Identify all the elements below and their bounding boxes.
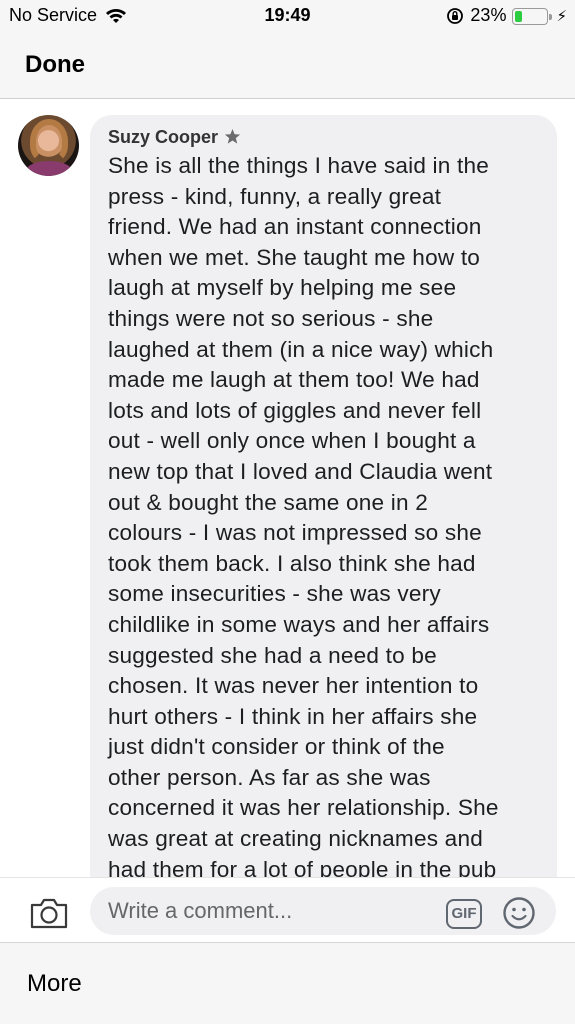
comment-line: when we met. She taught me how to (108, 244, 481, 270)
comment-line: press - kind, funny, a really great (108, 183, 442, 209)
comment-bubble[interactable]: Suzy Cooper She is all the things I have… (90, 115, 557, 877)
comment-text: She is all the things I have said in the… (108, 151, 543, 877)
emoji-icon[interactable] (502, 896, 536, 930)
comment-line: laughed at them (in a nice way) which (108, 336, 494, 362)
comment-composer: GIF (0, 877, 575, 943)
comment-line: some insecurities - she was very (108, 581, 441, 607)
avatar-shirt (26, 161, 72, 176)
comment-author[interactable]: Suzy Cooper (108, 127, 218, 148)
nav-bar: Done (0, 34, 575, 99)
comment-line: lots and lots of giggles and never fell (108, 397, 482, 423)
comment-line: made me laugh at them too! We had (108, 367, 480, 393)
gif-button[interactable]: GIF (446, 899, 482, 929)
comment-line: was great at creating nicknames and (108, 826, 483, 852)
status-right: 23% ⚡ (446, 5, 567, 26)
comment-line: just didn't consider or think of the (108, 734, 445, 760)
orientation-lock-icon (447, 7, 464, 24)
comment-line: new top that I loved and Claudia went (108, 458, 493, 484)
camera-icon[interactable] (29, 897, 69, 929)
battery-percent: 23% (470, 5, 507, 25)
bottom-bar: More (0, 943, 575, 1024)
battery-icon (512, 7, 553, 25)
comment-line: other person. As far as she was (108, 764, 431, 790)
comment-line: laugh at myself by helping me see (108, 275, 457, 301)
comment-input[interactable] (90, 887, 556, 935)
star-badge-icon (224, 128, 241, 144)
author-row: Suzy Cooper (108, 127, 543, 147)
comment-line: She is all the things I have said in the (108, 153, 490, 178)
battery-fill (515, 10, 523, 22)
done-button[interactable]: Done (25, 51, 85, 79)
comment-line: colours - I was not impressed so she (108, 520, 482, 546)
avatar[interactable] (18, 115, 79, 176)
comment-line: out & bought the same one in 2 (108, 489, 429, 515)
avatar-hair (30, 119, 68, 163)
comment-line: took them back. I also think she had (108, 550, 476, 576)
comment-line: suggested she had a need to be (108, 642, 437, 668)
more-button[interactable]: More (27, 970, 82, 998)
comment-line: had them for a lot of people in the pub (108, 856, 497, 877)
comment-line: concerned it was her relationship. She (108, 795, 499, 821)
comment-line: chosen. It was never her intention to (108, 673, 479, 699)
comment-line: things were not so serious - she (108, 305, 434, 331)
facebook-comment-screen: No Service 19:49 23% ⚡ Done Suzy Cooper … (0, 0, 575, 1024)
comment-thread[interactable]: Suzy Cooper She is all the things I have… (0, 99, 575, 877)
comment-line: friend. We had an instant connection (108, 214, 482, 240)
comment-line: out - well only once when I bought a (108, 428, 476, 454)
comment-line: childlike in some ways and her affairs (108, 611, 490, 637)
charging-bolt-icon: ⚡ (556, 7, 567, 25)
status-bar: No Service 19:49 23% ⚡ (0, 0, 575, 34)
comment-line: hurt others - I think in her affairs she (108, 703, 478, 729)
